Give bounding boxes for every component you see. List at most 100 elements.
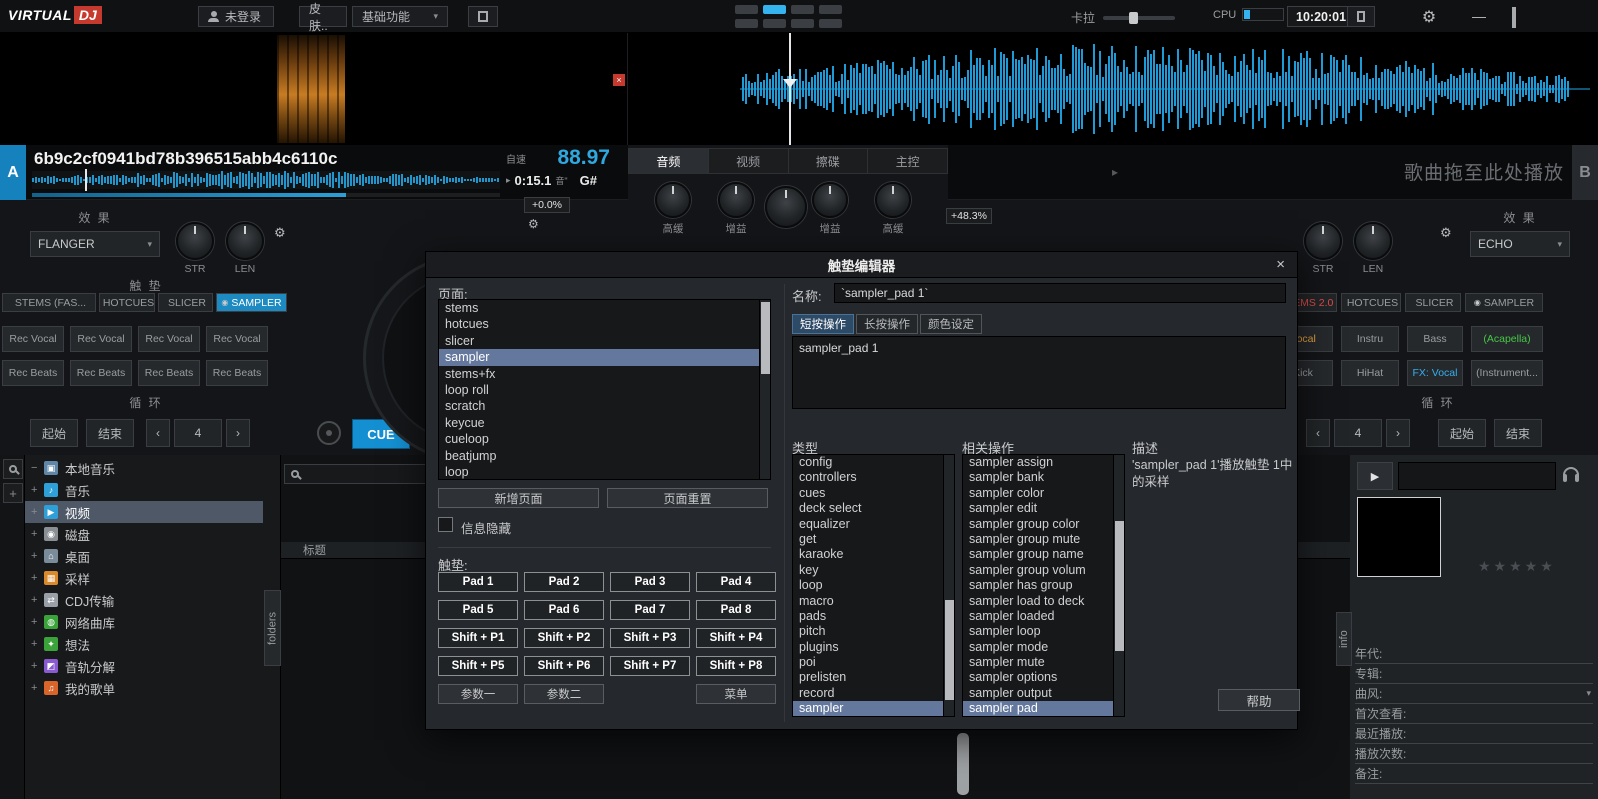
mixer-tab[interactable]: 主控	[868, 148, 948, 174]
maximize-button[interactable]	[1512, 9, 1516, 27]
info-hide-checkbox[interactable]	[438, 517, 453, 532]
page-list-item[interactable]: loop	[439, 464, 770, 480]
stems-pad-button[interactable]: Instru	[1341, 326, 1399, 352]
loop-out-button[interactable]: 结束	[86, 419, 134, 447]
action-tab[interactable]: 长按操作	[856, 314, 918, 334]
action-list-item[interactable]: sampler assign	[963, 455, 1124, 470]
type-list-item[interactable]: pitch	[793, 624, 954, 639]
pad-select-button[interactable]: Shift + P2	[524, 628, 604, 648]
karaoke-slider-thumb[interactable]	[1129, 12, 1138, 24]
sampler-pad-button[interactable]: Rec Vocal	[206, 326, 268, 352]
pad-select-button[interactable]: Pad 6	[524, 600, 604, 620]
action-list-item[interactable]: sampler group volum	[963, 563, 1124, 578]
tree-expander[interactable]: +	[31, 572, 42, 584]
info-side-tab[interactable]: info	[1336, 612, 1352, 666]
metadata-field[interactable]: 最近播放:	[1355, 724, 1593, 744]
eq-knob[interactable]	[875, 182, 911, 218]
tree-expander[interactable]: +	[31, 550, 42, 562]
prelisten-play-button[interactable]: ▶	[1357, 462, 1393, 490]
pad-select-button[interactable]: Pad 2	[524, 572, 604, 592]
metadata-field[interactable]: 首次查看:	[1355, 704, 1593, 724]
deck-indicator[interactable]	[763, 19, 786, 28]
sidebar-folder-item[interactable]: + ⇄ CDJ传输	[25, 589, 263, 611]
action-list-item[interactable]: sampler options	[963, 670, 1124, 685]
type-list-item[interactable]: equalizer	[793, 517, 954, 532]
loop-double-button[interactable]: ›	[1386, 419, 1410, 447]
action-list-item[interactable]: sampler color	[963, 486, 1124, 501]
capture-button[interactable]	[1347, 6, 1375, 27]
settings-button[interactable]: ⚙	[1415, 6, 1443, 27]
loop-in-button[interactable]: 起始	[1438, 419, 1486, 447]
stems-pad-button[interactable]: HiHat	[1341, 360, 1399, 386]
metadata-field[interactable]: 播放次数:	[1355, 744, 1593, 764]
pad-select-button[interactable]: Shift + P7	[610, 656, 690, 676]
action-list-item[interactable]: sampler group color	[963, 517, 1124, 532]
sidebar-folder-item[interactable]: + ♫ 我的歌单	[25, 677, 263, 699]
pad-page-tab[interactable]: ◉ SAMPLER	[1465, 293, 1543, 312]
action-list-item[interactable]: sampler mode	[963, 640, 1124, 655]
pad-select-button[interactable]: Shift + P1	[438, 628, 518, 648]
loop-double-button[interactable]: ›	[226, 419, 250, 447]
page-list-item[interactable]: beatjump	[439, 448, 770, 464]
login-button[interactable]: 未登录	[198, 6, 274, 27]
metadata-field[interactable]: 曲风: ▾	[1355, 684, 1593, 704]
sidebar-folder-item[interactable]: − ▣ 本地音乐	[25, 457, 263, 479]
video-close-icon[interactable]: ×	[613, 74, 625, 86]
stems-pad-button[interactable]: (Acapella)	[1471, 326, 1543, 352]
metadata-field[interactable]: 备注:	[1355, 764, 1593, 784]
tree-expander[interactable]: +	[31, 682, 42, 694]
action-list-item[interactable]: sampler pad	[963, 701, 1124, 716]
fx-settings-gear-icon[interactable]: ⚙	[1440, 226, 1452, 241]
scrollbar-thumb[interactable]	[761, 302, 770, 374]
page-list-item[interactable]: stems	[439, 300, 770, 316]
deck-b-fx-select[interactable]: ECHO ▾	[1470, 231, 1570, 257]
page-list-item[interactable]: sampler	[439, 349, 770, 365]
scrollbar-thumb[interactable]	[1115, 521, 1124, 651]
deck-b-title-bar[interactable]: ▸ 歌曲拖至此处播放 B	[948, 145, 1598, 200]
folders-side-tab[interactable]: folders	[264, 590, 281, 666]
fx-str-knob[interactable]	[176, 222, 214, 260]
tree-expander[interactable]: +	[31, 528, 42, 540]
deck-indicator[interactable]	[791, 5, 814, 14]
type-list-item[interactable]: controllers	[793, 470, 954, 485]
action-tab[interactable]: 短按操作	[792, 314, 854, 334]
action-list-item[interactable]: sampler has group	[963, 578, 1124, 593]
pad-select-button[interactable]: Shift + P8	[696, 656, 776, 676]
pages-scrollbar[interactable]	[759, 300, 770, 479]
mode-dropdown[interactable]: 基础功能 ▾	[352, 6, 448, 27]
page-list-item[interactable]: scratch	[439, 398, 770, 414]
eq-knob[interactable]	[812, 182, 848, 218]
pad-select-button[interactable]: Shift + P3	[610, 628, 690, 648]
search-button[interactable]	[3, 459, 23, 479]
pad-select-button[interactable]: Pad 1	[438, 572, 518, 592]
page-list-item[interactable]: cueloop	[439, 431, 770, 447]
tree-expander[interactable]: +	[31, 616, 42, 628]
deck-indicators[interactable]	[735, 5, 842, 28]
help-button[interactable]: 帮助	[1218, 689, 1300, 711]
stems-pad-button[interactable]: FX: Vocal	[1407, 360, 1463, 386]
minimize-button[interactable]: —	[1472, 8, 1486, 24]
type-list-item[interactable]: macro	[793, 594, 954, 609]
stems-pad-button[interactable]: Bass	[1407, 326, 1463, 352]
loop-out-button[interactable]: 结束	[1494, 419, 1542, 447]
page-list-item[interactable]: loop roll	[439, 382, 770, 398]
pad-select-button[interactable]: Pad 5	[438, 600, 518, 620]
video-crossfade-knob[interactable]	[765, 186, 807, 228]
param2-button[interactable]: 参数二	[524, 684, 604, 704]
eq-knob[interactable]	[718, 182, 754, 218]
dialog-title-bar[interactable]: 触垫编辑器 ×	[426, 252, 1297, 278]
type-list-item[interactable]: pads	[793, 609, 954, 624]
deck-indicator[interactable]	[735, 19, 758, 28]
sampler-pad-button[interactable]: Rec Beats	[2, 360, 64, 386]
action-list-item[interactable]: sampler edit	[963, 501, 1124, 516]
action-list-item[interactable]: sampler bank	[963, 470, 1124, 485]
page-list-item[interactable]: slicer	[439, 333, 770, 349]
action-list-item[interactable]: sampler loaded	[963, 609, 1124, 624]
tree-expander[interactable]: +	[31, 638, 42, 650]
param1-button[interactable]: 参数一	[438, 684, 518, 704]
add-page-button[interactable]: 新增页面	[438, 488, 599, 508]
pad-name-input[interactable]: `sampler_pad 1`	[834, 283, 1286, 303]
pad-page-tab[interactable]: ◉ SAMPLER	[216, 293, 287, 312]
display-button[interactable]	[468, 6, 498, 27]
menu-button[interactable]: 菜单	[696, 684, 776, 704]
